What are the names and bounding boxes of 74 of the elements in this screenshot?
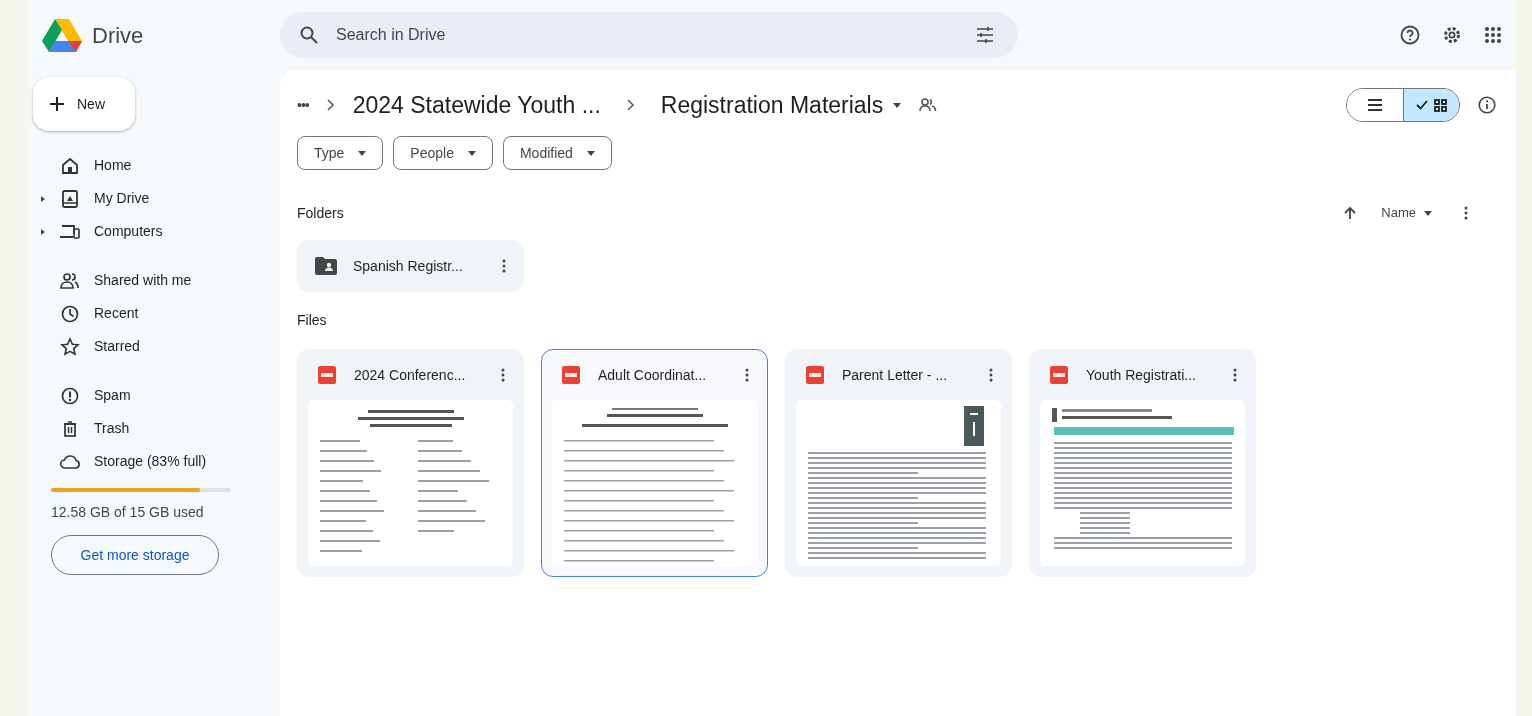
- clock-icon: [60, 303, 80, 324]
- expand-arrow-icon[interactable]: [41, 195, 45, 202]
- drive-icon: [60, 188, 80, 209]
- caret-down-icon: [358, 150, 367, 156]
- view-toggle[interactable]: [1346, 88, 1460, 122]
- pdf-icon: [562, 366, 580, 384]
- help-icon[interactable]: [1400, 25, 1420, 45]
- star-icon: [60, 336, 80, 357]
- section-heading: Folders: [297, 203, 344, 223]
- search-bar[interactable]: Search in Drive: [280, 12, 1018, 58]
- sidebar-item[interactable]: Home: [30, 149, 280, 182]
- settings-icon[interactable]: [1442, 25, 1462, 45]
- more-options-icon[interactable]: [745, 368, 749, 382]
- expand-arrow-icon[interactable]: [41, 228, 45, 235]
- pdf-icon: [318, 366, 336, 384]
- more-options-icon[interactable]: [1233, 368, 1237, 382]
- pdf-icon: [1050, 366, 1068, 384]
- chevron-right-icon: [326, 99, 335, 111]
- file-card[interactable]: Youth Registrati...: [1029, 349, 1256, 577]
- file-name: Adult Coordinat...: [598, 365, 708, 385]
- app-title: Drive: [92, 21, 144, 50]
- sidebar-item[interactable]: Recent: [30, 297, 280, 330]
- sidebar-item[interactable]: Computers: [30, 215, 280, 248]
- shared-folder-icon: [315, 257, 337, 275]
- sidebar-item[interactable]: Starred: [30, 330, 280, 363]
- file-name: Youth Registrati...: [1086, 365, 1197, 385]
- shared-people-icon[interactable]: [919, 98, 938, 112]
- new-button[interactable]: New: [33, 77, 135, 131]
- file-card[interactable]: 2024 Conferenc...: [297, 349, 524, 577]
- check-icon: [1416, 100, 1428, 110]
- more-options-icon[interactable]: [502, 259, 506, 273]
- file-card[interactable]: Parent Letter - ...: [785, 349, 1012, 577]
- caret-down-icon: [1424, 210, 1432, 216]
- search-field[interactable]: Search in Drive: [336, 23, 958, 47]
- home-icon: [60, 155, 80, 176]
- drive-logo-icon[interactable]: [42, 18, 82, 52]
- sidebar-item[interactable]: My Drive: [30, 182, 280, 215]
- search-icon[interactable]: [300, 26, 318, 44]
- chevron-right-icon: [626, 99, 635, 111]
- caret-down-icon: [467, 150, 476, 156]
- folder-card[interactable]: Spanish Registr...: [297, 240, 524, 292]
- sidebar-item[interactable]: Shared with me: [30, 264, 280, 297]
- sidebar-item[interactable]: Spam: [30, 379, 280, 412]
- pdf-icon: [806, 366, 824, 384]
- file-name: Parent Letter - ...: [842, 365, 949, 385]
- people-icon: [60, 270, 80, 291]
- storage-usage-text: 12.58 GB of 15 GB used: [51, 503, 205, 522]
- section-heading: Files: [297, 311, 328, 330]
- sort-dropdown[interactable]: Name: [1381, 203, 1432, 223]
- caret-down-icon: [586, 150, 595, 156]
- filter-chip[interactable]: Type: [297, 136, 384, 170]
- filter-chip[interactable]: Modified: [502, 136, 612, 170]
- more-options-icon[interactable]: [1464, 206, 1468, 220]
- apps-grid-icon[interactable]: [1484, 26, 1502, 44]
- sidebar-item[interactable]: Trash: [30, 412, 280, 445]
- current-folder-dropdown[interactable]: Registration Materials: [660, 87, 902, 123]
- alert-icon: [60, 385, 80, 406]
- file-card[interactable]: Adult Coordinat...: [541, 349, 768, 577]
- filter-sliders-icon[interactable]: [976, 26, 994, 44]
- breadcrumb-overflow[interactable]: •••: [297, 94, 309, 116]
- sidebar-item[interactable]: Storage (83% full): [30, 445, 280, 478]
- filter-chip[interactable]: People: [393, 136, 493, 170]
- folder-name: Spanish Registr...: [353, 256, 464, 276]
- more-options-icon[interactable]: [501, 368, 505, 382]
- file-name: 2024 Conferenc...: [354, 365, 467, 385]
- list-icon: [1368, 99, 1382, 111]
- info-icon[interactable]: [1478, 96, 1496, 114]
- grid-icon: [1434, 98, 1447, 112]
- breadcrumb-link[interactable]: 2024 Statewide Youth ...: [352, 87, 601, 123]
- more-options-icon[interactable]: [989, 368, 993, 382]
- caret-down-icon: [893, 102, 902, 108]
- sort-direction-arrow-icon[interactable]: [1343, 206, 1358, 220]
- grid-view-button[interactable]: [1403, 89, 1459, 121]
- plus-icon: [49, 96, 65, 112]
